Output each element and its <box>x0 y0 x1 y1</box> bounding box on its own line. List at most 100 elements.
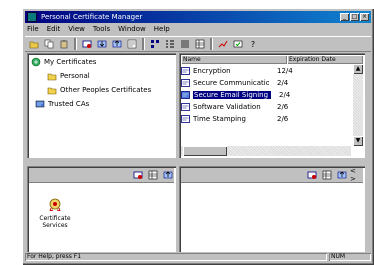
list-header: Name Expiration Date <box>181 55 363 64</box>
window-title: Personal Certificate Manager <box>41 13 143 21</box>
row-expiration: 2/6 <box>277 103 289 111</box>
lower-right-pane[interactable]: < > <box>179 166 365 252</box>
horizontal-thumb[interactable] <box>183 146 227 156</box>
lower-left-button[interactable] <box>131 169 144 181</box>
row-expiration: 2/6 <box>277 115 289 123</box>
cert-new-icon <box>82 40 91 48</box>
list-pane[interactable]: Name Expiration Date Encryption 12/4 Sec… <box>179 53 365 158</box>
tree-item-label: Personal <box>60 72 90 80</box>
maximize-button[interactable]: □ <box>350 13 359 21</box>
nav-button[interactable]: < > <box>350 167 363 183</box>
view-list-button[interactable] <box>178 38 191 50</box>
properties-button[interactable] <box>125 38 138 50</box>
menu-edit[interactable]: Edit <box>47 25 61 33</box>
lower-right-button[interactable] <box>320 169 333 181</box>
tree-item-label: My Certificates <box>44 58 97 66</box>
lower-left-button[interactable] <box>161 169 174 181</box>
details-icon <box>195 39 204 49</box>
scroll-up-button[interactable]: ▲ <box>353 64 363 74</box>
menu-help[interactable]: Help <box>154 25 170 33</box>
row-name: Secure Communication <box>193 79 269 87</box>
lower-right-button[interactable] <box>335 169 348 181</box>
cert-icon <box>181 103 190 111</box>
help-button[interactable]: ? <box>246 38 259 50</box>
list-row[interactable]: Encryption 12/4 <box>181 66 351 76</box>
close-button[interactable]: × <box>360 13 369 21</box>
new-cert-button[interactable] <box>80 38 93 50</box>
menu-tools[interactable]: Tools <box>93 25 110 33</box>
column-header-expiration[interactable]: Expiration Date <box>287 55 363 64</box>
cert-icon <box>181 115 190 123</box>
menu-bar: File Edit View Tools Window Help <box>25 24 371 34</box>
title-bar[interactable]: Personal Certificate Manager _ □ × <box>25 11 371 23</box>
minimize-button[interactable]: _ <box>340 13 349 21</box>
row-name: Time Stamping <box>193 115 246 123</box>
export-icon <box>163 171 172 179</box>
scroll-down-button[interactable]: ▼ <box>353 136 363 146</box>
ca-icon <box>35 100 45 108</box>
lower-left-button[interactable] <box>146 169 159 181</box>
column-header-name[interactable]: Name <box>181 55 287 64</box>
tree-item-trusted[interactable]: Trusted CAs <box>35 99 89 109</box>
list-row-selected[interactable]: Secure Email Signing 2/4 <box>181 90 351 100</box>
tree-pane[interactable]: My Certificates Personal Other Peoples C… <box>27 53 176 158</box>
view-details-button[interactable] <box>193 38 206 50</box>
export-icon <box>112 40 121 48</box>
import-button[interactable] <box>95 38 108 50</box>
tree-item-root[interactable]: My Certificates <box>31 57 96 67</box>
menu-window[interactable]: Window <box>118 25 146 33</box>
folder-icon <box>47 87 57 95</box>
open-button[interactable] <box>27 38 40 50</box>
tree-item-personal[interactable]: Personal <box>47 71 90 81</box>
app-icon <box>27 12 37 22</box>
lower-right-button[interactable] <box>305 169 318 181</box>
view-small-button[interactable] <box>163 38 176 50</box>
cert-new-icon <box>133 171 142 179</box>
toolbar-separator <box>74 38 76 50</box>
tree-root-icon <box>31 57 41 67</box>
row-expiration: 12/4 <box>277 67 293 75</box>
menu-view[interactable]: View <box>68 25 85 33</box>
list-row[interactable]: Time Stamping 2/6 <box>181 114 351 124</box>
certificate-services-label: Certificate Services <box>39 215 71 229</box>
window-controls: _ □ × <box>340 13 369 21</box>
row-expiration: 2/4 <box>277 79 289 87</box>
lower-right-toolbar: < > <box>181 167 363 183</box>
list-row[interactable]: Secure Communication 2/4 <box>181 78 351 88</box>
row-name: Encryption <box>193 67 231 75</box>
application-window: Personal Certificate Manager _ □ × File … <box>22 8 374 265</box>
list-row[interactable]: Software Validation 2/6 <box>181 102 351 112</box>
lower-left-pane[interactable]: Certificate Services <box>27 166 176 252</box>
details-icon <box>322 170 331 180</box>
copy-button[interactable] <box>42 38 55 50</box>
import-icon <box>97 40 106 48</box>
export-icon <box>337 171 346 179</box>
horizontal-scrollbar[interactable] <box>181 146 351 156</box>
export-button[interactable] <box>110 38 123 50</box>
nav-label: < > <box>350 167 356 183</box>
copy-icon <box>44 39 53 49</box>
paste-button[interactable] <box>57 38 70 50</box>
sign-button[interactable] <box>216 38 229 50</box>
row-name: Software Validation <box>193 103 261 111</box>
list-icon <box>180 40 189 48</box>
cert-icon <box>181 67 190 75</box>
small-icons-icon <box>165 40 174 48</box>
certificate-services-item[interactable]: Certificate Services <box>37 196 73 229</box>
folder-open-icon <box>29 41 38 49</box>
tree-item-others[interactable]: Other Peoples Certificates <box>47 85 151 95</box>
screen: Personal Certificate Manager _ □ × File … <box>0 0 374 265</box>
cert-icon <box>181 91 190 99</box>
verify-button[interactable] <box>231 38 244 50</box>
lower-left-toolbar <box>29 168 174 183</box>
help-icon: ? <box>250 40 254 49</box>
toolbar: ? <box>25 36 371 52</box>
menu-file[interactable]: File <box>27 25 39 33</box>
toolbar-separator <box>142 38 144 50</box>
row-expiration: 2/4 <box>279 91 291 99</box>
cert-new-icon <box>307 171 316 179</box>
view-large-button[interactable] <box>148 38 161 50</box>
row-name: Secure Email Signing <box>193 91 271 99</box>
folder-icon <box>47 73 57 81</box>
vertical-scrollbar[interactable]: ▲ ▼ <box>353 64 363 146</box>
